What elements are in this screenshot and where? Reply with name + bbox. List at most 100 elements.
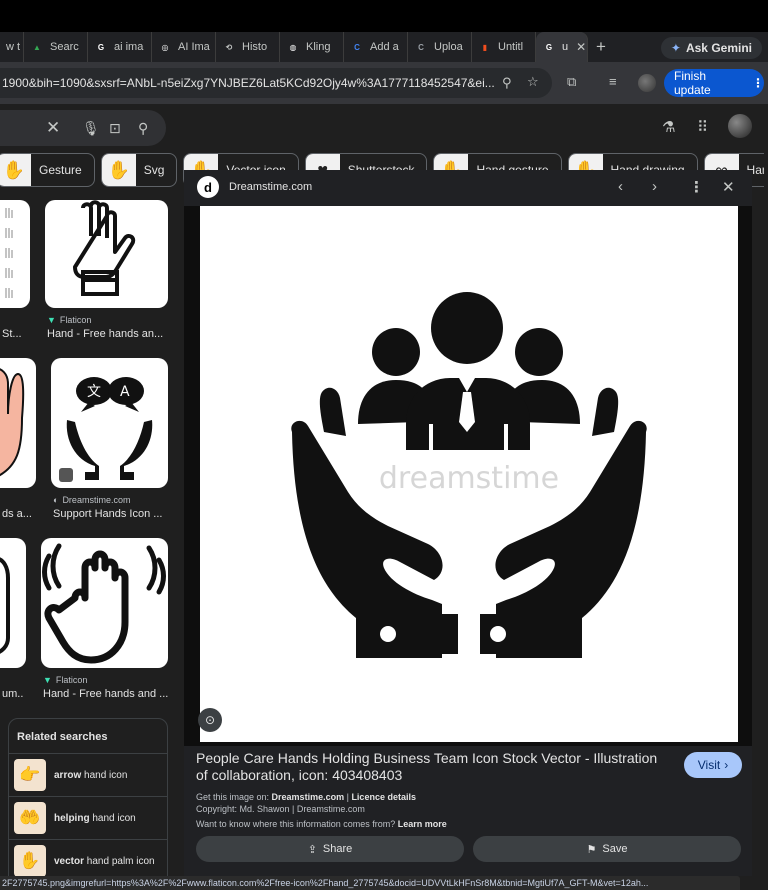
result-image[interactable] (0, 538, 26, 668)
tab-4[interactable]: ◎ AI Ima (152, 32, 216, 62)
previous-chevron-icon[interactable]: ‹ (618, 178, 623, 195)
clear-search-icon[interactable]: ✕ (46, 118, 60, 138)
ask-gemini-button[interactable]: ✦ Ask Gemini (660, 37, 762, 59)
top-strip (0, 0, 768, 32)
tab-label: ai ima (114, 41, 144, 53)
tab-favicon-icon: ⟲ (225, 42, 233, 52)
next-chevron-icon[interactable]: › (652, 178, 657, 195)
licence-details-link[interactable]: Licence details (351, 792, 416, 802)
share-icon: ⇪ (307, 843, 317, 856)
tab-favicon-icon: ◎ (161, 42, 169, 52)
media-controls-icon[interactable]: ≡ (609, 74, 617, 89)
related-search-bold: helping (54, 812, 90, 824)
tab-2[interactable]: ▲ Searc (24, 32, 88, 62)
tab-3[interactable]: Gai ima (88, 32, 152, 62)
share-label: Share (322, 843, 353, 855)
visit-button[interactable]: Visit › (684, 752, 742, 778)
new-tab-button[interactable]: + (588, 37, 614, 57)
result-source: ▼ Flaticon (47, 315, 91, 325)
preview-title[interactable]: People Care Hands Holding Business Team … (196, 750, 666, 784)
close-tab-icon[interactable]: ✕ (576, 40, 586, 54)
chip-2[interactable]: ✋ Svg (100, 153, 178, 187)
related-search-item[interactable]: 🤲 helping hand icon (9, 796, 167, 839)
chevron-right-icon: › (724, 758, 729, 772)
tab-favicon-icon: ▲ (33, 42, 41, 52)
account-avatar[interactable] (728, 114, 752, 138)
result-image[interactable] (0, 358, 36, 488)
preview-image-frame: dreamstime ⊙ (184, 206, 752, 746)
svg-text:文: 文 (87, 384, 101, 400)
labs-flask-icon[interactable]: ⚗ (662, 118, 675, 136)
tab-6[interactable]: ◍ Kling (280, 32, 344, 62)
address-url[interactable]: 1900&bih=1090&sxsrf=ANbL-n5eiZxg7YNJBEZ6… (2, 76, 494, 90)
apps-grid-icon[interactable]: ⠿ (697, 118, 708, 136)
more-options-icon[interactable]: ⋮ (689, 178, 704, 196)
result-source-name: Flaticon (59, 315, 92, 325)
tab-8[interactable]: C Uploa (408, 32, 472, 62)
result-source: ◐ Dreamstime.com (53, 495, 130, 505)
chip-thumbnail-icon: ✋ (0, 154, 31, 186)
chip-1[interactable]: ✋ Gesture (0, 153, 95, 187)
dreamstime-logo-icon: ◐ (53, 495, 59, 505)
result-title: Support Hands Icon ... (53, 508, 163, 520)
tab-label: AI Ima (178, 41, 210, 53)
result-image[interactable] (0, 200, 30, 308)
tab-favicon-icon: G (545, 42, 553, 52)
image-preview-panel: d Dreamstime.com ‹ › ⋮ ✕ dreamstime ⊙ Pe… (184, 170, 752, 876)
flaticon-logo-icon: ▼ (47, 315, 56, 325)
image-badge-icon (59, 468, 73, 482)
tab-1[interactable]: w t (0, 32, 24, 62)
tab-9[interactable]: ▮ Untitl (472, 32, 536, 62)
microphone-icon[interactable]: 🎙 (82, 120, 100, 137)
tab-7[interactable]: C Add a (344, 32, 408, 62)
save-label: Save (602, 843, 628, 855)
get-image-site-link[interactable]: Dreamstime.com (272, 792, 345, 802)
tab-label: Histo (242, 41, 268, 53)
profile-avatar[interactable] (638, 74, 656, 92)
related-search-item[interactable]: 👉 arrow hand icon (9, 753, 167, 796)
search-icon[interactable]: ⚲ (138, 120, 148, 137)
tab-favicon-icon: C (354, 42, 360, 52)
search-results-page: ✕ 🎙 ⊡ ⚲ ⚗ ⠿ ✋Gesture✋Svg✋Vector icon♥Shu… (0, 104, 768, 888)
tab-label: Add a (370, 41, 399, 53)
result-image[interactable] (41, 538, 168, 668)
result-source: ▼ Flaticon (43, 675, 87, 685)
related-search-rest: hand palm icon (84, 855, 155, 867)
tab-favicon-icon: ▮ (482, 42, 488, 52)
hands-holding-team-icon: dreamstime (291, 292, 647, 658)
tab-label: Searc (50, 41, 79, 53)
tab-search-icon[interactable]: ⧉ (567, 74, 576, 90)
result-image[interactable] (45, 200, 168, 308)
finish-update-label: Finish update (674, 69, 711, 97)
hand-outline-icon (0, 557, 10, 654)
hand-sequence-icon (5, 208, 13, 298)
status-bar-url: 2F2775745.png&imgrefurl=https%3A%2F%2Fww… (0, 876, 740, 890)
search-box[interactable]: ✕ 🎙 ⊡ ⚲ (0, 110, 166, 146)
save-button[interactable]: ⚑ Save (473, 836, 741, 862)
finish-update-button[interactable]: Finish update ⋮ (664, 69, 764, 97)
share-button[interactable]: ⇪ Share (196, 836, 464, 862)
bookmark-icon: ⚑ (586, 843, 597, 856)
chip-label: Svg (143, 163, 165, 177)
bookmark-star-icon[interactable]: ☆ (527, 74, 539, 90)
lens-search-icon[interactable]: ⊙ (198, 708, 222, 732)
tab-5[interactable]: ⟲ Histo (216, 32, 280, 62)
related-thumbnail-icon: 👉 (14, 759, 46, 791)
related-search-bold: arrow (54, 769, 82, 781)
lens-camera-icon[interactable]: ⊡ (109, 120, 121, 137)
dreamstime-logo-icon[interactable]: d (197, 176, 219, 198)
result-source-name: Dreamstime.com (62, 495, 131, 505)
kebab-menu-icon[interactable]: ⋮ (752, 76, 764, 90)
result-image[interactable]: 文 A (51, 358, 168, 488)
waving-hand-icon (42, 543, 166, 664)
zoom-icon[interactable]: ⚲ (502, 75, 512, 91)
tab-favicon-icon: ◍ (289, 42, 297, 52)
tab-10[interactable]: Gu ✕ (536, 32, 588, 62)
preview-site-name[interactable]: Dreamstime.com (229, 181, 312, 193)
result-title: St... (2, 328, 22, 340)
close-preview-icon[interactable]: ✕ (722, 178, 735, 196)
address-bar[interactable]: 1900&bih=1090&sxsrf=ANbL-n5eiZxg7YNJBEZ6… (0, 68, 552, 98)
tab-label: Kling (306, 41, 331, 53)
learn-more-link[interactable]: Learn more (398, 819, 447, 829)
preview-image[interactable]: dreamstime (200, 206, 738, 742)
